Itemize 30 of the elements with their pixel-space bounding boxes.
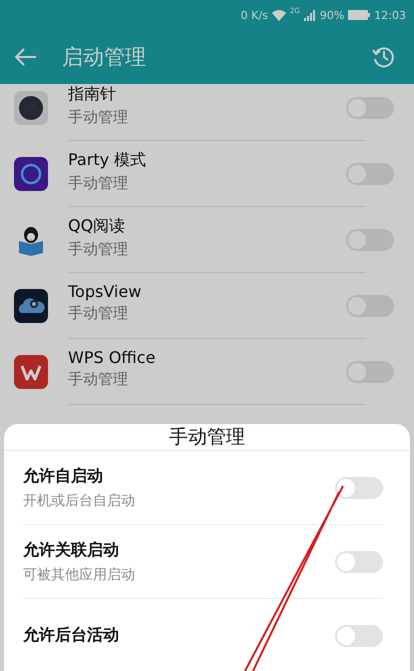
app-mode: 手动管理 [68,174,129,193]
compass-icon [14,91,48,125]
toggle-switch[interactable] [335,476,383,498]
battery-icon [348,10,370,20]
app-mode: 手动管理 [68,240,129,259]
app-name: 指南针 [68,84,117,105]
option-description: 可被其他应用启动 [23,566,136,584]
option-label: 允许后台活动 [23,625,120,646]
battery-percent: 90% [320,8,344,22]
clock: 12:03 [374,8,406,22]
app-name: WPS Office [68,348,156,367]
signal-icon [304,10,316,20]
cloud-camera-icon [14,289,48,323]
ring-icon [14,157,48,191]
toggle-switch[interactable] [335,624,383,646]
toggle-switch[interactable] [335,550,383,572]
app-mode: 手动管理 [68,370,129,389]
app-mode: 手动管理 [68,108,129,127]
option-description: 开机或后台自启动 [23,492,136,510]
sheet-title: 手动管理 [4,424,410,451]
wifi-icon [272,10,286,20]
option-label: 允许关联启动 [23,540,120,560]
option-label: 允许自启动 [23,466,104,486]
app-name: TopsView [68,282,142,301]
wps-icon [14,355,48,389]
app-name: QQ阅读 [68,216,126,237]
app-name: Party 模式 [68,150,148,171]
network-speed: 0 K/s [240,8,268,22]
app-mode: 手动管理 [68,304,129,323]
page-title: 启动管理 [62,44,147,71]
